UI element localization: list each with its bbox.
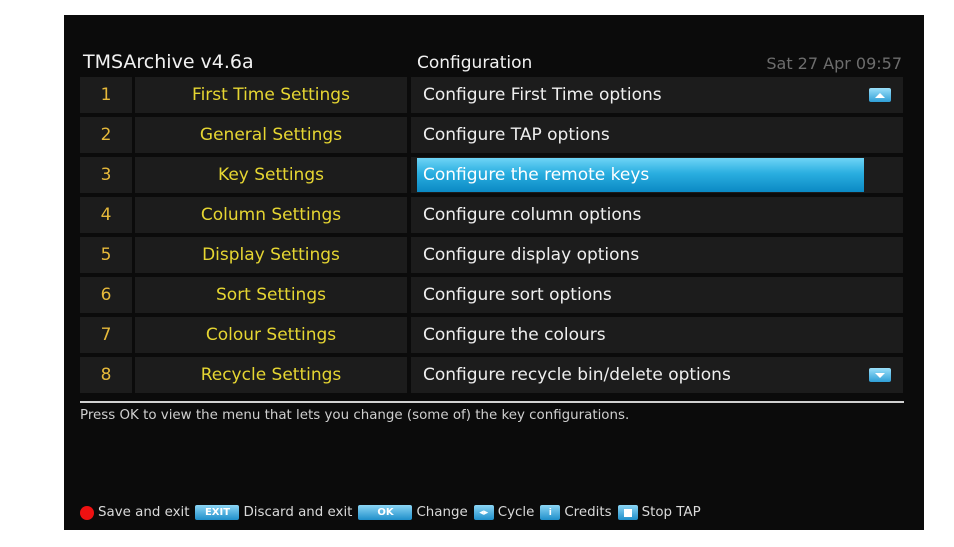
red-button-icon[interactable]: [80, 505, 94, 520]
menu-item-sort-settings[interactable]: 6 Sort Settings Configure sort options: [80, 277, 903, 313]
scroll-up-icon[interactable]: [869, 88, 891, 102]
help-text: Press OK to view the menu that lets you …: [80, 408, 630, 423]
item-description-cell: Configure First Time options: [411, 77, 903, 113]
item-number: 8: [80, 357, 132, 393]
cycle-label: Cycle: [497, 505, 535, 520]
menu-item-column-settings[interactable]: 4 Column Settings Configure column optio…: [80, 197, 903, 233]
item-description-cell: Configure display options: [411, 237, 903, 273]
menu-item-recycle-settings[interactable]: 8 Recycle Settings Configure recycle bin…: [80, 357, 903, 393]
section-title: Configuration: [417, 53, 533, 73]
item-description: Configure sort options: [423, 285, 612, 305]
item-description-cell: Configure the remote keys: [411, 157, 903, 193]
item-description: Configure column options: [423, 205, 642, 225]
item-description-cell: Configure recycle bin/delete options: [411, 357, 903, 393]
menu-item-key-settings[interactable]: 3 Key Settings Configure the remote keys: [80, 157, 903, 193]
item-description: Configure display options: [423, 245, 640, 265]
item-description-cell: Configure the colours: [411, 317, 903, 353]
menu-item-first-time-settings[interactable]: 1 First Time Settings Configure First Ti…: [80, 77, 903, 113]
stop-tap-label: Stop TAP: [641, 505, 701, 520]
save-exit-label: Save and exit: [98, 505, 190, 520]
key-legend: Save and exit EXIT Discard and exit OK C…: [80, 505, 707, 520]
item-description: Configure recycle bin/delete options: [423, 365, 731, 385]
item-description: Configure the remote keys: [423, 165, 650, 185]
left-right-arrows-icon[interactable]: ◂▸: [473, 505, 494, 520]
item-name: Display Settings: [135, 237, 407, 273]
item-number: 6: [80, 277, 132, 313]
menu-item-general-settings[interactable]: 2 General Settings Configure TAP options: [80, 117, 903, 153]
item-description: Configure TAP options: [423, 125, 610, 145]
item-number: 2: [80, 117, 132, 153]
item-description: Configure First Time options: [423, 85, 662, 105]
app-title: TMSArchive v4.6a: [83, 51, 254, 73]
item-description-cell: Configure column options: [411, 197, 903, 233]
change-label: Change: [416, 505, 468, 520]
item-number: 5: [80, 237, 132, 273]
menu-item-display-settings[interactable]: 5 Display Settings Configure display opt…: [80, 237, 903, 273]
item-number: 1: [80, 77, 132, 113]
credits-label: Credits: [564, 505, 612, 520]
item-number: 3: [80, 157, 132, 193]
info-key-icon[interactable]: i: [540, 505, 561, 520]
item-number: 4: [80, 197, 132, 233]
item-name: Key Settings: [135, 157, 407, 193]
tv-screen: TMSArchive v4.6a Configuration Sat 27 Ap…: [64, 15, 924, 530]
item-name: Colour Settings: [135, 317, 407, 353]
item-name: Sort Settings: [135, 277, 407, 313]
divider: [80, 401, 904, 403]
item-name: Column Settings: [135, 197, 407, 233]
datetime: Sat 27 Apr 09:57: [766, 54, 902, 73]
stop-square-icon[interactable]: [617, 505, 638, 520]
menu-item-colour-settings[interactable]: 7 Colour Settings Configure the colours: [80, 317, 903, 353]
item-description-cell: Configure sort options: [411, 277, 903, 313]
item-description: Configure the colours: [423, 325, 606, 345]
exit-key-button[interactable]: EXIT: [195, 505, 240, 520]
item-description-cell: Configure TAP options: [411, 117, 903, 153]
discard-exit-label: Discard and exit: [243, 505, 353, 520]
item-name: First Time Settings: [135, 77, 407, 113]
item-number: 7: [80, 317, 132, 353]
item-name: General Settings: [135, 117, 407, 153]
ok-key-button[interactable]: OK: [358, 505, 413, 520]
item-name: Recycle Settings: [135, 357, 407, 393]
scroll-down-icon[interactable]: [869, 368, 891, 382]
